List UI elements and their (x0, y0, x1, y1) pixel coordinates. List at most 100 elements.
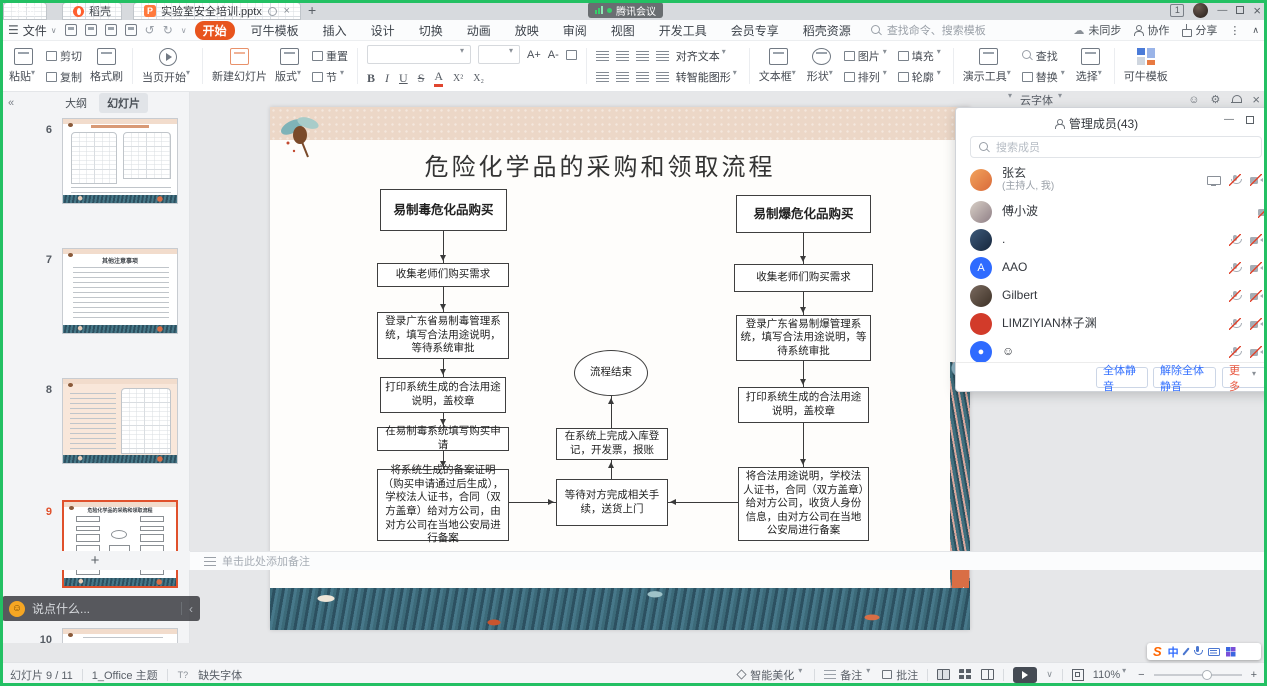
menu-tab-developer[interactable]: 开发工具 (651, 21, 715, 40)
fill-button[interactable]: 填充 (898, 48, 944, 64)
tab-outline[interactable]: 大纲 (57, 93, 95, 113)
text-box-button[interactable]: 文本框 (759, 48, 799, 84)
undo-button[interactable]: ↺ (145, 23, 155, 37)
voice-input-icon[interactable] (1193, 646, 1202, 657)
missing-font-warning[interactable]: 缺失字体 (198, 667, 242, 683)
file-menu[interactable]: ☰ 文件 ∨ (8, 22, 57, 39)
menu-tab-review[interactable]: 审阅 (555, 21, 595, 40)
font-size-combobox[interactable] (478, 45, 520, 64)
mic-off-icon[interactable] (1229, 318, 1241, 330)
close-pane-icon[interactable]: × (1252, 92, 1260, 107)
menu-tab-transition[interactable]: 切换 (411, 21, 451, 40)
clear-format-icon[interactable] (566, 50, 577, 60)
chat-collapse-icon[interactable]: ‹ (189, 602, 193, 616)
slide-title[interactable]: 危险化学品的采购和领取流程 (270, 147, 930, 182)
slide-9-thumbnail-selected[interactable]: 危险化学品的采购和领取流程 (62, 500, 178, 588)
bold-button[interactable]: B (367, 71, 375, 86)
camera-off-icon[interactable] (1250, 290, 1262, 302)
keniu-template-button[interactable]: 可牛模板 (1124, 48, 1168, 84)
document-tab[interactable]: P 实验室安全培训.pptx × (133, 2, 301, 20)
section-button[interactable]: 节 (312, 69, 348, 85)
slideshow-play-button[interactable] (1013, 667, 1037, 683)
flow-node-r1[interactable]: 易制爆危化品购买 (736, 195, 871, 233)
meeting-indicator-pill[interactable]: 腾讯会议 (588, 2, 663, 18)
menu-tab-home[interactable]: 开始 (195, 21, 235, 40)
reading-view-button[interactable] (981, 669, 994, 680)
user-avatar[interactable] (1193, 3, 1208, 18)
font-color-button[interactable]: A (434, 69, 443, 87)
save-icon[interactable] (65, 24, 77, 36)
ime-language-toggle[interactable]: 中 (1168, 644, 1179, 660)
fit-to-window-icon[interactable] (1072, 669, 1084, 681)
camera-off-icon[interactable] (1250, 174, 1262, 186)
picture-button[interactable]: 图片 (844, 48, 890, 64)
numbered-list-icon[interactable] (616, 51, 629, 61)
smart-beautify-button[interactable]: 智能美化 (737, 667, 805, 683)
unmute-all-button[interactable]: 解除全体静音 (1153, 367, 1216, 388)
share-button[interactable]: 分享 (1181, 22, 1217, 38)
slide-6-thumbnail[interactable] (62, 118, 178, 204)
more-button[interactable]: 更多 (1222, 367, 1266, 388)
flow-node-end[interactable]: 流程结束 (574, 350, 648, 396)
flow-node-l6[interactable]: 将系统生成的备案证明（购买申请通过后生成），学校法人证书，合同（双方盖章）给对方… (377, 469, 509, 541)
notification-badge[interactable]: 1 (1170, 4, 1184, 17)
panel-header[interactable]: 管理成员(43) — (956, 108, 1267, 134)
camera-off-icon[interactable] (1250, 318, 1262, 330)
menu-tab-member[interactable]: 会员专享 (723, 21, 787, 40)
subscript-button[interactable]: X₂ (473, 73, 484, 84)
pen-icon[interactable] (1182, 647, 1189, 655)
present-tools-button[interactable]: 演示工具 (963, 48, 1014, 84)
mic-off-icon[interactable] (1229, 174, 1241, 186)
menu-tab-keniu[interactable]: 可牛模板 (243, 21, 307, 40)
member-row[interactable]: 张玄 (主持人, 我) (956, 162, 1267, 198)
shrink-font-button[interactable]: A- (548, 49, 559, 61)
flow-node-l2[interactable]: 收集老师们购买需求 (377, 263, 509, 287)
collapse-sidebar-icon[interactable]: « (8, 97, 14, 109)
new-tab-button[interactable]: + (308, 2, 316, 18)
arrange-button[interactable]: 排列 (844, 69, 890, 85)
bullet-list-icon[interactable] (596, 51, 609, 61)
grow-font-button[interactable]: A+ (527, 49, 541, 61)
slide-8-thumbnail[interactable] (62, 378, 178, 464)
collaborate-button[interactable]: 协作 (1133, 22, 1169, 38)
member-row[interactable]: 傅小波 (956, 198, 1267, 226)
slide-10-thumbnail[interactable] (62, 628, 178, 643)
flow-node-r5[interactable]: 将合法用途说明，学校法人证书，合同（双方盖章）给对方公司，收货人身份信息，由对方… (738, 467, 869, 541)
align-right-icon[interactable] (636, 72, 649, 82)
mic-off-icon[interactable] (1229, 262, 1241, 274)
font-name-combobox[interactable] (367, 45, 471, 64)
panel-maximize-icon[interactable] (1246, 116, 1254, 124)
menu-tab-slideshow[interactable]: 放映 (507, 21, 547, 40)
member-search-input[interactable]: 搜索成员 (970, 136, 1262, 158)
justify-icon[interactable] (656, 72, 669, 82)
notes-toggle-button[interactable]: 备注 (824, 667, 873, 683)
ime-menu-icon[interactable] (1226, 647, 1236, 657)
home-tab[interactable]: 首页 (3, 2, 47, 20)
comment-bubble-icon[interactable] (268, 7, 277, 16)
camera-off-icon[interactable] (1258, 206, 1267, 218)
member-row[interactable]: . (956, 226, 1267, 254)
normal-view-button[interactable] (937, 669, 950, 680)
close-document-icon[interactable]: × (284, 5, 290, 17)
mic-off-icon[interactable] (1229, 346, 1241, 358)
underline-button[interactable]: U (399, 71, 408, 86)
member-row[interactable]: A AAO (956, 254, 1267, 282)
new-slide-button[interactable]: 新建幻灯片 (212, 48, 267, 84)
zoom-level-button[interactable]: 110% (1093, 669, 1129, 681)
slide-sorter-view-button[interactable] (959, 669, 972, 680)
camera-off-icon[interactable] (1250, 346, 1262, 358)
zoom-in-button[interactable]: + (1251, 669, 1257, 681)
zoom-out-button[interactable]: − (1138, 669, 1144, 681)
flow-node-l1[interactable]: 易制毒危化品购买 (380, 189, 507, 231)
zoom-slider-knob[interactable] (1202, 670, 1212, 680)
align-text-button[interactable]: 对齐文本 (676, 48, 729, 64)
sogou-logo-icon[interactable]: S (1153, 645, 1162, 658)
strikethrough-button[interactable]: S (418, 71, 425, 86)
export-icon[interactable] (85, 24, 97, 36)
decrease-indent-icon[interactable] (636, 51, 649, 61)
camera-off-icon[interactable] (1250, 262, 1262, 274)
tab-slides[interactable]: 幻灯片 (99, 93, 148, 113)
menu-tab-insert[interactable]: 插入 (315, 21, 355, 40)
align-center-icon[interactable] (616, 72, 629, 82)
history-caret-icon[interactable]: ∨ (181, 26, 187, 35)
